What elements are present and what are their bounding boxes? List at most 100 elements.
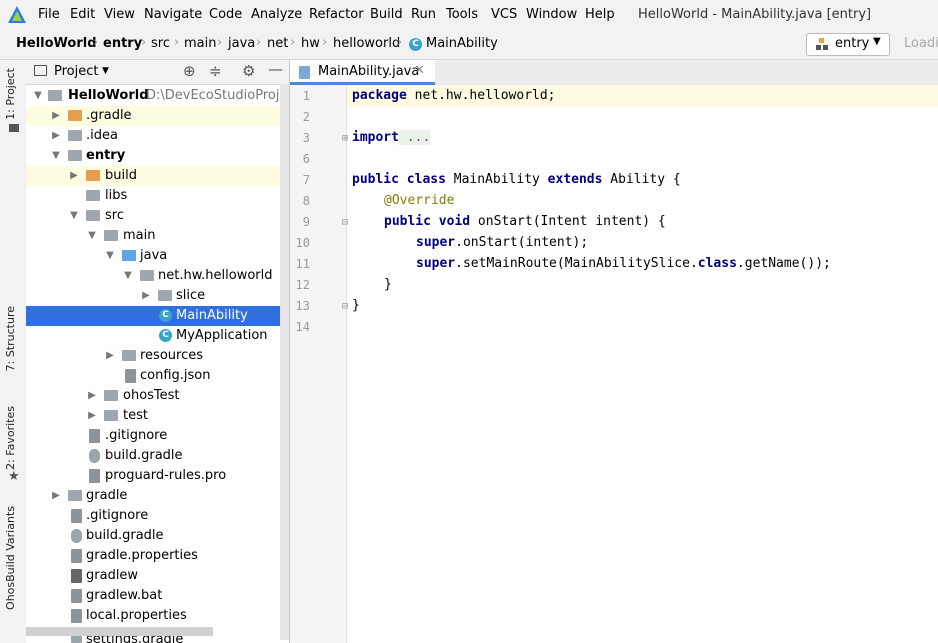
horizontal-scrollbar[interactable] (26, 627, 213, 636)
chevron-right-icon: ▶ (52, 490, 60, 501)
module-folder-icon (68, 150, 82, 161)
chevron-down-icon: ▼ (70, 210, 78, 221)
breadcrumb-separator-icon: › (322, 35, 328, 50)
tree-item-slice[interactable]: ▶ slice (26, 286, 289, 306)
line-number: 8 (302, 194, 310, 208)
folder-icon (86, 170, 100, 181)
tree-item-gradle[interactable]: ▶ gradle (26, 486, 289, 506)
tab-mainability-java[interactable]: MainAbility.java ✕ (290, 60, 435, 85)
breadcrumb-hw[interactable]: hw (301, 36, 320, 51)
tree-item-resources[interactable]: ▶ resources (26, 346, 289, 366)
breadcrumb-helloworld-pkg[interactable]: helloworld (333, 36, 400, 51)
tree-item-root-gitignore[interactable]: .gitignore (26, 506, 289, 526)
menu-analyze[interactable]: Analyze (251, 7, 302, 22)
tree-item-package[interactable]: ▼ net.hw.helloworld (26, 266, 289, 286)
code-line-3[interactable]: import ... (352, 130, 431, 145)
chevron-down-icon[interactable]: ▼ (102, 66, 109, 76)
minimize-icon[interactable]: — (268, 60, 283, 78)
fold-collapse-icon[interactable]: ⊟ (342, 301, 348, 312)
code-line-7[interactable]: public class MainAbility extends Ability… (352, 172, 681, 187)
menu-navigate[interactable]: Navigate (144, 7, 202, 22)
window-title: HelloWorld - MainAbility.java [entry] (638, 7, 872, 22)
tree-item-gradle-dir[interactable]: ▶ .gradle (26, 106, 289, 126)
keyword: public class (352, 172, 446, 187)
tree-item-entry-build-gradle[interactable]: build.gradle (26, 446, 289, 466)
locate-icon[interactable]: ⊕ (183, 62, 196, 80)
code-line-13[interactable]: } (352, 298, 360, 313)
breadcrumb-src[interactable]: src (151, 36, 170, 51)
tree-item-java[interactable]: ▼ java (26, 246, 289, 266)
menu-view[interactable]: View (104, 7, 135, 22)
menu-vcs[interactable]: VCS (491, 7, 517, 22)
tree-item-config-json[interactable]: config.json (26, 366, 289, 386)
tree-item-local-properties[interactable]: local.properties (26, 606, 289, 626)
folder-icon (86, 190, 100, 201)
breadcrumb-java[interactable]: java (228, 36, 255, 51)
menu-file[interactable]: File (38, 7, 60, 22)
tree-item-root-build-gradle[interactable]: build.gradle (26, 526, 289, 546)
tree-item-label: java (140, 248, 168, 263)
menu-edit[interactable]: Edit (70, 7, 95, 22)
tree-item-mainability[interactable]: C MainAbility (26, 306, 289, 326)
code-line-11[interactable]: super.setMainRoute(MainAbilitySlice.clas… (416, 256, 831, 271)
keyword: class (697, 256, 737, 271)
code-line-1[interactable]: package net.hw.helloworld; (352, 88, 556, 103)
menu-help[interactable]: Help (585, 7, 615, 22)
breadcrumb-net[interactable]: net (267, 36, 288, 51)
favorites-tool-tab[interactable]: 2: Favorites (4, 406, 17, 470)
tree-item-entry-gitignore[interactable]: .gitignore (26, 426, 289, 446)
vertical-scrollbar[interactable] (280, 84, 289, 640)
tree-item-libs[interactable]: libs (26, 186, 289, 206)
tree-item-myapplication[interactable]: C MyApplication (26, 326, 289, 346)
tree-item-gradlew[interactable]: gradlew (26, 566, 289, 586)
code-text: net.hw.helloworld; (406, 88, 556, 103)
variants-tool-tab[interactable]: OhosBuild Variants (4, 506, 17, 610)
tree-item-main[interactable]: ▼ main (26, 226, 289, 246)
load-button[interactable]: Loadi (904, 36, 938, 51)
menu-run[interactable]: Run (411, 7, 436, 22)
breadcrumb-helloworld[interactable]: HelloWorld (16, 36, 97, 51)
code-line-9[interactable]: public void onStart(Intent intent) { (384, 214, 666, 229)
chevron-down-icon: ▼ (52, 150, 60, 161)
breadcrumb-separator-icon: › (174, 35, 180, 50)
structure-tool-tab[interactable]: 7: Structure (4, 306, 17, 371)
line-number: 1 (302, 89, 310, 103)
tree-item-ohostest[interactable]: ▶ ohosTest (26, 386, 289, 406)
line-number: 13 (295, 299, 310, 313)
tree-item-gradlew-bat[interactable]: gradlew.bat (26, 586, 289, 606)
chevron-right-icon: ▶ (88, 410, 96, 421)
breadcrumb-separator-icon: › (256, 35, 262, 50)
code-line-12[interactable]: } (384, 277, 392, 292)
tree-item-gradle-properties[interactable]: gradle.properties (26, 546, 289, 566)
menu-build[interactable]: Build (370, 7, 403, 22)
code-line-10[interactable]: super.onStart(intent); (416, 235, 588, 250)
code-line-8[interactable]: @Override (384, 193, 454, 208)
menu-window[interactable]: Window (526, 7, 577, 22)
menu-tools[interactable]: Tools (446, 7, 478, 22)
breadcrumb-mainability[interactable]: MainAbility (426, 36, 498, 51)
breadcrumb-entry[interactable]: entry (103, 36, 142, 51)
collapse-all-icon[interactable]: ≑ (209, 62, 222, 80)
fold-collapse-icon[interactable]: ⊟ (342, 217, 348, 228)
close-icon[interactable]: ✕ (414, 63, 425, 78)
fold-expand-icon[interactable]: ⊞ (342, 133, 348, 144)
gear-icon[interactable]: ⚙ (242, 62, 255, 80)
breadcrumb-main[interactable]: main (184, 36, 216, 51)
tree-item-path: D:\DevEcoStudioProjects (146, 88, 289, 103)
project-tool-tab[interactable]: 1: Project (4, 68, 17, 120)
folded-imports[interactable]: ... (398, 130, 431, 145)
tree-item-idea[interactable]: ▶ .idea (26, 126, 289, 146)
tree-item-helloworld[interactable]: ▼ HelloWorld D:\DevEcoStudioProjects (26, 86, 289, 106)
folder-icon (104, 230, 118, 241)
menu-refactor[interactable]: Refactor (309, 7, 364, 22)
tree-item-proguard[interactable]: proguard-rules.pro (26, 466, 289, 486)
tree-item-entry[interactable]: ▼ entry (26, 146, 289, 166)
tree-item-label: .gitignore (105, 428, 168, 443)
tree-item-test[interactable]: ▶ test (26, 406, 289, 426)
run-configuration-select[interactable]: entry ▼ (806, 33, 890, 56)
project-view-label[interactable]: Project (54, 64, 98, 79)
tree-item-label: proguard-rules.pro (105, 468, 227, 483)
tree-item-src[interactable]: ▼ src (26, 206, 289, 226)
menu-code[interactable]: Code (209, 7, 242, 22)
tree-item-build-dir[interactable]: ▶ build (26, 166, 289, 186)
